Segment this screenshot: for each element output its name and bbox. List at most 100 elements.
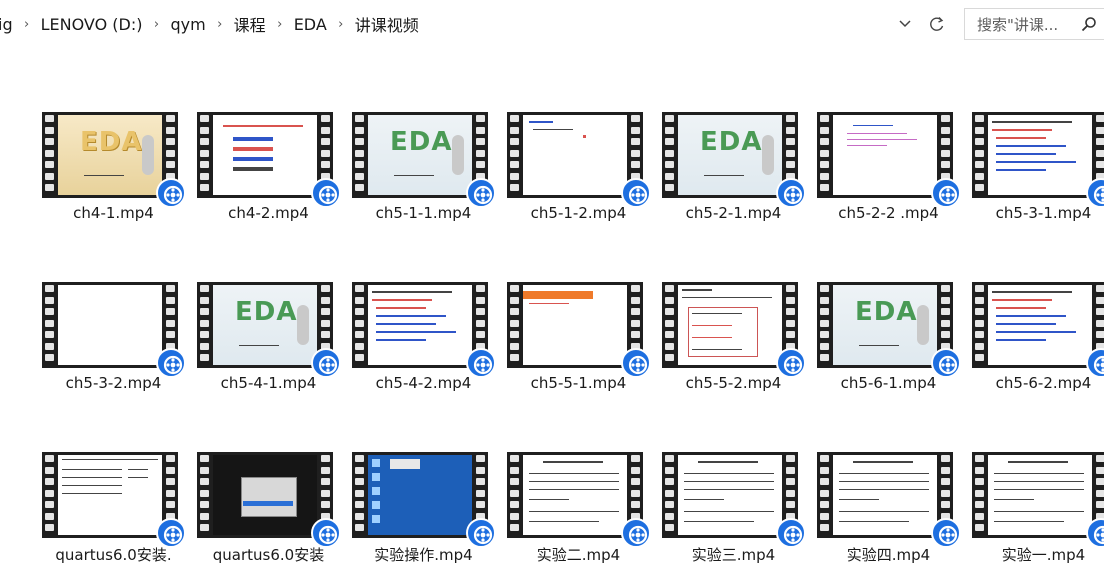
file-item[interactable]: quartus6.0安装 [191, 444, 346, 574]
file-name-label[interactable]: 实验三.mp4 [656, 544, 811, 565]
file-item[interactable]: EDA ch5-6-1.mp4 [811, 274, 966, 404]
video-thumbnail[interactable]: EDA [352, 112, 496, 208]
video-thumbnail[interactable]: EDA [197, 282, 341, 378]
film-hole [820, 455, 829, 462]
file-name-label[interactable]: 实验操作.mp4 [346, 544, 501, 565]
file-item[interactable]: ch5-6-2.mp4 [966, 274, 1104, 404]
file-item[interactable]: ch5-4-2.mp4 [346, 274, 501, 404]
chevron-right-icon[interactable]: › [144, 17, 168, 32]
search-icon[interactable] [1074, 9, 1104, 39]
film-hole [45, 319, 54, 327]
video-thumbnail[interactable]: EDA [662, 112, 806, 208]
file-item[interactable]: EDA ch5-4-1.mp4 [191, 274, 346, 404]
thumb-line [376, 323, 436, 325]
search-box[interactable]: 搜索"讲课... [964, 8, 1104, 40]
breadcrumb-item-qym[interactable]: qym [168, 15, 207, 34]
chevron-down-icon[interactable] [894, 13, 916, 35]
file-item[interactable]: ch5-5-2.mp4 [656, 274, 811, 404]
video-thumbnail[interactable] [197, 112, 341, 208]
thumb-line [62, 459, 158, 460]
video-thumbnail[interactable] [662, 452, 806, 548]
thumb-line [839, 473, 929, 474]
file-name-label[interactable]: ch5-4-2.mp4 [346, 374, 501, 392]
video-thumbnail[interactable] [817, 452, 961, 548]
chevron-right-icon[interactable]: › [208, 17, 232, 32]
file-item[interactable]: EDA ch5-1-1.mp4 [346, 104, 501, 234]
video-thumbnail[interactable] [662, 282, 806, 378]
video-thumbnail[interactable] [507, 452, 651, 548]
file-item[interactable]: 实验二.mp4 [501, 444, 656, 574]
video-thumbnail[interactable] [972, 452, 1104, 548]
thumb-line [239, 345, 279, 346]
film-strip-left [817, 112, 832, 198]
thumb-line [839, 511, 929, 512]
file-item[interactable]: ch5-3-1.mp4 [966, 104, 1104, 234]
file-name-label[interactable]: ch5-3-1.mp4 [966, 204, 1104, 222]
film-hole [1096, 161, 1104, 168]
video-thumbnail[interactable]: EDA [42, 112, 186, 208]
film-hole [631, 308, 640, 315]
file-name-label[interactable]: 实验二.mp4 [501, 544, 656, 565]
breadcrumb-item-drive[interactable]: LENOVO (D:) [39, 15, 145, 34]
breadcrumb[interactable]: ig › LENOVO (D:) › qym › 课程 › EDA › 讲课视频 [0, 0, 421, 48]
video-thumbnail[interactable]: EDA [817, 282, 961, 378]
search-input[interactable]: 搜索"讲课... [977, 14, 1074, 35]
file-name-label[interactable]: ch5-3-2.mp4 [36, 374, 191, 392]
file-name-label[interactable]: ch5-6-1.mp4 [811, 374, 966, 392]
file-name-label[interactable]: ch5-1-2.mp4 [501, 204, 656, 222]
film-strip-left [42, 452, 57, 538]
film-hole [166, 115, 175, 122]
film-hole [476, 126, 485, 134]
file-name-label[interactable]: ch5-4-1.mp4 [191, 374, 346, 392]
film-hole [166, 501, 175, 508]
file-item[interactable]: EDA ch5-2-1.mp4 [656, 104, 811, 234]
file-name-label[interactable]: ch5-2-2 .mp4 [811, 204, 966, 222]
chevron-right-icon[interactable]: › [15, 17, 39, 32]
breadcrumb-item-course[interactable]: 课程 [232, 12, 268, 36]
file-item[interactable]: ch5-1-2.mp4 [501, 104, 656, 234]
breadcrumb-item-eda[interactable]: EDA [292, 15, 329, 34]
file-name-label[interactable]: ch5-1-1.mp4 [346, 204, 501, 222]
file-item[interactable]: ch5-3-2.mp4 [36, 274, 191, 404]
file-item[interactable]: ch4-2.mp4 [191, 104, 346, 234]
file-item[interactable]: ch5-5-1.mp4 [501, 274, 656, 404]
file-item[interactable]: 实验四.mp4 [811, 444, 966, 574]
file-name-label[interactable]: quartus6.0安装 [191, 544, 346, 565]
file-name-label[interactable]: quartus6.0安装. [36, 544, 191, 565]
file-item[interactable]: 实验一.mp4 [966, 444, 1104, 574]
breadcrumb-partial[interactable]: ig [0, 15, 15, 34]
chevron-right-icon[interactable]: › [329, 17, 353, 32]
file-name-label[interactable]: ch5-5-2.mp4 [656, 374, 811, 392]
chevron-right-icon[interactable]: › [268, 17, 292, 32]
file-item[interactable]: EDA ch4-1.mp4 [36, 104, 191, 234]
film-hole [510, 308, 519, 315]
file-name-label[interactable]: ch4-2.mp4 [191, 204, 346, 222]
file-item[interactable]: quartus6.0安装. [36, 444, 191, 574]
video-thumbnail[interactable] [972, 112, 1104, 208]
video-thumbnail[interactable] [352, 452, 496, 548]
file-item[interactable]: 实验操作.mp4 [346, 444, 501, 574]
breadcrumb-item-videos[interactable]: 讲课视频 [353, 12, 421, 36]
file-name-label[interactable]: ch5-6-2.mp4 [966, 374, 1104, 392]
video-thumbnail[interactable] [42, 282, 186, 378]
video-thumbnail[interactable] [197, 452, 341, 548]
video-thumbnail[interactable] [42, 452, 186, 548]
file-name-label[interactable]: 实验一.mp4 [966, 544, 1104, 565]
film-hole [631, 149, 640, 157]
video-thumbnail[interactable] [352, 282, 496, 378]
file-name-label[interactable]: 实验四.mp4 [811, 544, 966, 565]
film-hole [1096, 285, 1104, 292]
file-item[interactable]: ch5-2-2 .mp4 [811, 104, 966, 234]
thumb-line [583, 135, 586, 138]
video-thumbnail[interactable] [507, 282, 651, 378]
video-thumbnail[interactable] [817, 112, 961, 208]
film-hole [200, 149, 209, 157]
file-name-label[interactable]: ch4-1.mp4 [36, 204, 191, 222]
file-item[interactable]: 实验三.mp4 [656, 444, 811, 574]
film-hole [45, 138, 54, 145]
refresh-icon[interactable] [926, 13, 948, 35]
video-thumbnail[interactable] [507, 112, 651, 208]
video-thumbnail[interactable] [972, 282, 1104, 378]
file-name-label[interactable]: ch5-2-1.mp4 [656, 204, 811, 222]
file-name-label[interactable]: ch5-5-1.mp4 [501, 374, 656, 392]
